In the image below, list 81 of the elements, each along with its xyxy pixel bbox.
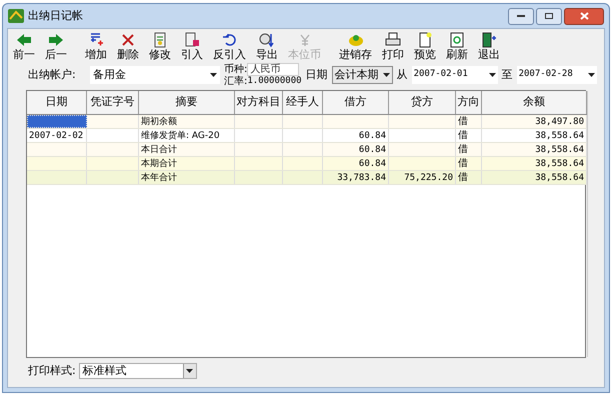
document-icon xyxy=(184,32,200,48)
plus-icon xyxy=(88,32,104,48)
date-label: 日期 xyxy=(306,66,328,83)
left-arrow-icon xyxy=(16,32,32,48)
to-label: 至 xyxy=(502,66,513,83)
table-row[interactable]: 本期合计 60.84 借 38,558.64 xyxy=(27,157,587,171)
table-cell: 60.84 xyxy=(323,143,389,156)
toolbar-button[interactable]: 反引入 xyxy=(210,32,249,61)
right-arrow-icon xyxy=(48,32,64,48)
caret-icon xyxy=(488,73,496,77)
table-row[interactable]: 2007-02-02 维修发货单: AG-20 60.84 借 38,558.64 xyxy=(27,129,587,143)
table-cell: 本期合计 xyxy=(139,157,235,170)
table-cell: 2007-02-02 xyxy=(27,129,87,142)
rate-value: 1.00000000 xyxy=(247,76,302,87)
table-row[interactable]: 期初余额 借 38,497.80 xyxy=(27,115,587,129)
toolbar-button[interactable]: 导出 xyxy=(253,32,281,61)
toolbar-button[interactable]: 引入 xyxy=(178,32,206,61)
table-cell: 75,225.20 xyxy=(389,171,456,184)
caret-icon xyxy=(382,73,390,77)
table-cell: 借 xyxy=(456,143,482,156)
maximize-button[interactable] xyxy=(536,8,562,24)
column-header[interactable]: 摘要 xyxy=(139,91,235,114)
minimize-button[interactable] xyxy=(508,8,534,24)
table-cell: 借 xyxy=(456,129,482,142)
table-row[interactable]: 本日合计 60.84 借 38,558.64 xyxy=(27,143,587,157)
caret-icon xyxy=(588,73,595,77)
from-date-field[interactable]: 2007-02-01 xyxy=(412,66,498,84)
toolbar-button[interactable]: 前一 xyxy=(10,32,38,61)
table-cell: 33,783.84 xyxy=(323,171,389,184)
caret-icon xyxy=(210,73,217,77)
column-header[interactable]: 日期 xyxy=(27,91,87,114)
currency-dropdown[interactable]: 人民币 xyxy=(247,63,300,76)
column-header[interactable]: 余额 xyxy=(482,91,587,114)
toolbar-button[interactable]: 进销存 xyxy=(336,32,375,61)
toolbar-button[interactable]: 修改 xyxy=(146,32,174,61)
table-cell: 60.84 xyxy=(323,157,389,170)
column-header[interactable]: 贷方 xyxy=(389,91,456,114)
table-cell: 维修发货单: AG-20 xyxy=(139,129,235,142)
toolbar-button[interactable]: 打印 xyxy=(379,32,407,61)
account-dropdown[interactable]: 备用金 xyxy=(90,66,220,84)
scrollbar[interactable] xyxy=(587,91,588,357)
toolbar-button[interactable]: 增加 xyxy=(82,32,110,61)
column-header[interactable]: 凭证字号 xyxy=(87,91,139,114)
door-icon xyxy=(481,32,497,48)
window-title: 出纳日记帐 xyxy=(28,8,83,24)
period-dropdown[interactable]: 会计本期 xyxy=(332,66,393,84)
page-icon xyxy=(417,32,433,48)
print-style-label: 打印样式: xyxy=(28,362,76,379)
table-cell: 60.84 xyxy=(323,129,389,142)
table-row[interactable]: 本年合计 33,783.84 75,225.20 借 38,558.64 xyxy=(27,171,587,185)
table-cell: 本年合计 xyxy=(139,171,235,184)
toolbar-button[interactable]: 预览 xyxy=(411,32,439,61)
close-icon xyxy=(120,32,136,48)
table-cell: 借 xyxy=(456,157,482,170)
from-label: 从 xyxy=(396,66,408,83)
column-header[interactable]: 经手人 xyxy=(283,91,323,114)
document-icon xyxy=(152,32,168,48)
caret-icon xyxy=(186,369,194,373)
table-cell: 借 xyxy=(456,171,482,184)
currency-label: 币种: xyxy=(224,64,248,75)
close-icon xyxy=(580,12,588,20)
printer-icon xyxy=(385,32,401,48)
close-button[interactable] xyxy=(564,8,604,24)
column-header[interactable]: 对方科目 xyxy=(235,91,283,114)
account-label: 出纳帐户: xyxy=(28,66,77,83)
column-header[interactable]: 借方 xyxy=(323,91,389,114)
print-style-dropdown[interactable]: 标准样式 xyxy=(78,363,197,379)
app-icon xyxy=(8,9,24,23)
refresh-icon xyxy=(449,32,465,48)
table-cell: 期初余额 xyxy=(139,115,235,128)
table-cell: 借 xyxy=(456,115,482,128)
toolbar-button[interactable]: 刷新 xyxy=(443,32,471,61)
export-icon xyxy=(259,32,275,48)
column-header[interactable]: 方向 xyxy=(456,91,482,114)
toolbar-button[interactable]: 退出 xyxy=(475,32,503,61)
table-cell: 本日合计 xyxy=(139,143,235,156)
toolbar-button[interactable]: 删除 xyxy=(114,32,142,61)
rate-label: 汇率: xyxy=(224,76,248,87)
toolbar-button[interactable]: 后一 xyxy=(42,32,70,61)
undo-icon xyxy=(222,32,238,48)
to-date-field[interactable]: 2007-02-28 xyxy=(516,66,597,84)
